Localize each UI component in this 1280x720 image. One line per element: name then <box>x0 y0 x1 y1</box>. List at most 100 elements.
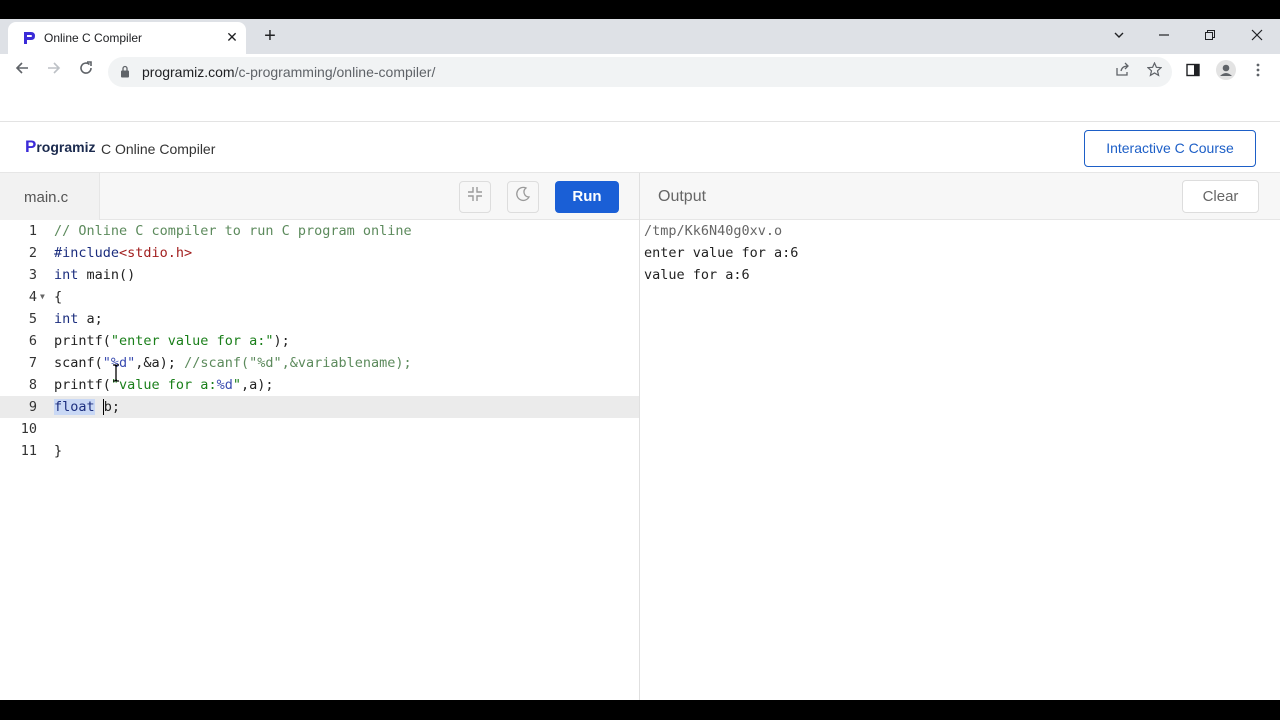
letterbox-top <box>0 0 1280 19</box>
editor-toolbar: main.c Run <box>0 173 639 220</box>
interactive-course-button[interactable]: Interactive C Course <box>1084 130 1256 167</box>
browser-tab[interactable]: Online C Compiler ✕ <box>8 22 246 54</box>
code-header: <stdio.h> <box>119 245 193 261</box>
code-text: #include<stdio.h> <box>54 242 192 264</box>
code-string: " <box>232 377 241 393</box>
line-number: 8 <box>28 377 37 393</box>
share-icon[interactable] <box>1112 62 1132 82</box>
bookmark-star-icon[interactable] <box>1144 61 1164 82</box>
line-number: 1 <box>28 223 37 239</box>
line-number: 2 <box>28 245 37 261</box>
programiz-favicon-icon <box>24 32 35 44</box>
reload-icon[interactable] <box>74 60 98 84</box>
code-token: printf( <box>54 333 111 349</box>
code-format-specifier: %d <box>216 377 233 393</box>
address-bar[interactable]: programiz.com/c-programming/online-compi… <box>108 57 1172 87</box>
minimize-icon[interactable] <box>1152 25 1176 49</box>
code-token: a; <box>78 311 103 327</box>
code-line: 10 <box>0 418 639 440</box>
browser-toolbar: programiz.com/c-programming/online-compi… <box>0 54 1280 90</box>
code-token: main() <box>78 267 136 283</box>
close-window-icon[interactable] <box>1245 25 1269 49</box>
line-number: 11 <box>20 443 37 459</box>
code-text: int main() <box>54 264 135 286</box>
code-line: 11 } <box>0 440 639 462</box>
url-text: programiz.com/c-programming/online-compi… <box>142 64 435 80</box>
code-token: printf( <box>54 377 111 393</box>
browser-tabstrip: Online C Compiler ✕ + <box>0 19 1280 54</box>
code-string: "value for a: <box>110 377 217 393</box>
code-keyword: float <box>54 399 95 415</box>
code-token: } <box>54 443 63 459</box>
code-text: // Online C compiler to run C program on… <box>54 220 412 242</box>
code-include: #include <box>54 245 120 261</box>
letterbox-bottom <box>0 700 1280 720</box>
run-button[interactable]: Run <box>555 181 619 213</box>
code-token: { <box>54 289 63 305</box>
code-text: scanf("%d",&a); //scanf("%d",&variablena… <box>54 352 412 374</box>
code-line: 5 int a; <box>0 308 639 330</box>
code-keyword: int <box>54 311 79 327</box>
programiz-logo[interactable]: Programiz <box>25 137 95 157</box>
code-line: 8 printf("value for a:%d",a); <box>0 374 639 396</box>
code-string: "enter value for a:" <box>110 333 274 349</box>
forward-icon[interactable] <box>42 60 66 84</box>
code-text: printf("value for a:%d",a); <box>54 374 274 396</box>
output-toolbar: Output Clear <box>640 173 1280 220</box>
profile-avatar-icon[interactable] <box>1214 60 1238 84</box>
output-title: Output <box>658 188 707 205</box>
code-comment: //scanf("%d",&variablename); <box>184 355 412 371</box>
code-line: 2 #include<stdio.h> <box>0 242 639 264</box>
code-token: ); <box>273 333 290 349</box>
output-console[interactable]: /tmp/Kk6N40g0xv.o enter value for a:6 va… <box>640 220 1280 700</box>
code-text: float b; <box>54 396 120 418</box>
url-host: programiz.com <box>142 64 235 80</box>
new-tab-button[interactable]: + <box>258 25 282 49</box>
menu-kebab-icon[interactable] <box>1246 60 1270 84</box>
line-number: 3 <box>28 267 37 283</box>
code-text: } <box>54 440 62 462</box>
line-number: 10 <box>20 421 37 437</box>
dark-mode-moon-icon[interactable] <box>507 181 539 213</box>
code-editor[interactable]: 1 // Online C compiler to run C program … <box>0 220 639 700</box>
web-page: Programiz C Online Compiler Interactive … <box>0 90 1280 700</box>
tab-search-icon[interactable] <box>1107 25 1131 49</box>
code-text: printf("enter value for a:"); <box>54 330 290 352</box>
collapse-icon[interactable] <box>459 181 491 213</box>
code-line: 1 // Online C compiler to run C program … <box>0 220 639 242</box>
line-number: 5 <box>28 311 37 327</box>
file-tab[interactable]: main.c <box>0 173 100 220</box>
code-token: b; <box>103 399 121 415</box>
output-line: value for a:6 <box>644 267 750 283</box>
back-icon[interactable] <box>10 60 34 84</box>
restore-icon[interactable] <box>1198 25 1222 49</box>
page-top-spacer <box>0 90 1280 122</box>
code-line: 6 printf("enter value for a:"); <box>0 330 639 352</box>
screen: Online C Compiler ✕ + programiz.com/c-pr… <box>0 0 1280 720</box>
tab-title: Online C Compiler <box>44 31 143 45</box>
code-line: 3 int main() <box>0 264 639 286</box>
output-line: /tmp/Kk6N40g0xv.o <box>644 223 783 239</box>
tab-close-icon[interactable]: ✕ <box>223 28 241 46</box>
code-token: ,a); <box>240 377 274 393</box>
lock-icon <box>121 65 129 78</box>
code-text: int a; <box>54 308 103 330</box>
output-line: enter value for a:6 <box>644 245 799 261</box>
line-number: 4 <box>28 289 37 305</box>
code-token: scanf( <box>54 355 103 371</box>
line-number: 6 <box>28 333 37 349</box>
site-header: Programiz C Online Compiler Interactive … <box>0 123 1280 173</box>
line-number: 7 <box>28 355 37 371</box>
code-text: { <box>54 286 62 308</box>
ibeam-cursor-icon <box>113 364 119 382</box>
fold-chevron-icon[interactable]: ▼ <box>40 286 45 308</box>
side-panel-icon[interactable] <box>1181 60 1205 84</box>
code-token: ,&a); <box>135 355 185 371</box>
logo-p: P <box>25 137 37 156</box>
clear-button[interactable]: Clear <box>1182 180 1259 213</box>
page-title: C Online Compiler <box>101 141 216 157</box>
active-code-line: 9 float b; <box>0 396 639 418</box>
url-path: /c-programming/online-compiler/ <box>234 64 436 80</box>
logo-text: rogramiz <box>36 139 96 155</box>
